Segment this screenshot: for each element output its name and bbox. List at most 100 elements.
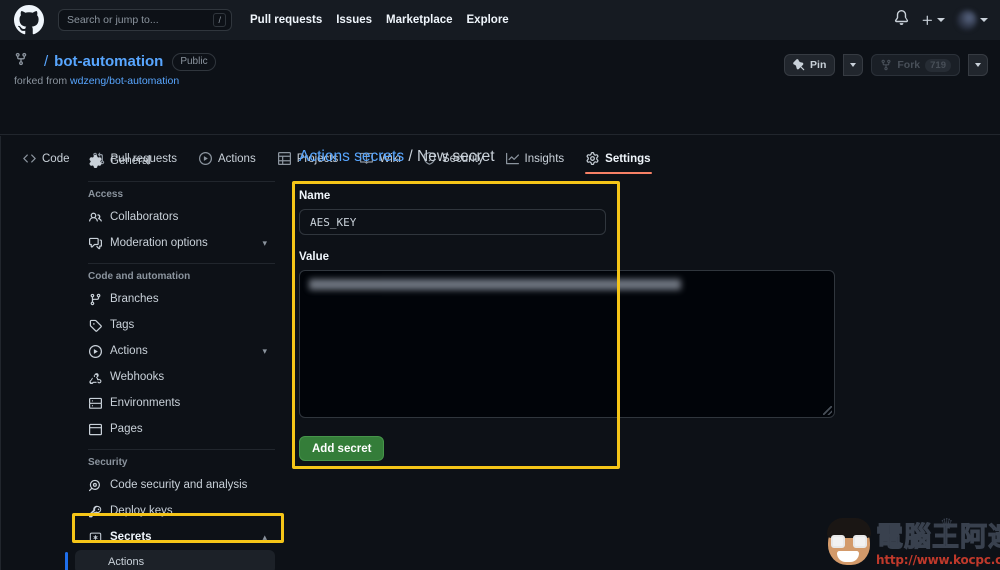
sidebar-item-label: Moderation options xyxy=(110,237,254,249)
sidebar-group-title-security: Security xyxy=(75,457,275,468)
sidebar-item-deploy-keys[interactable]: Deploy keys xyxy=(75,498,275,524)
sidebar-item-label: Deploy keys xyxy=(110,505,267,517)
chevron-down-icon[interactable]: ▾ xyxy=(262,346,267,357)
account-menu[interactable] xyxy=(957,10,988,30)
create-new-button[interactable] xyxy=(921,14,945,27)
bell-icon[interactable] xyxy=(894,10,909,30)
repository-actions: Pin Watch 0 Fork 719 S xyxy=(784,54,988,76)
sidebar-divider xyxy=(88,449,275,450)
search-shortcut-key: / xyxy=(213,13,226,27)
people-icon xyxy=(88,211,102,224)
pin-icon xyxy=(793,59,805,71)
webhook-icon xyxy=(88,371,102,384)
sidebar-item-tags[interactable]: Tags xyxy=(75,312,275,338)
watermark: ♛ 電腦王阿達 http://www.kocpc.com.tw xyxy=(820,512,1000,570)
sidebar-item-label: Code security and analysis xyxy=(110,479,267,491)
search-input[interactable]: Search or jump to... / xyxy=(58,9,232,31)
repo-forked-icon xyxy=(880,59,892,71)
sidebar-item-label: Branches xyxy=(110,293,267,305)
secret-name-input[interactable] xyxy=(299,209,606,235)
watermark-mascot-icon xyxy=(820,513,876,569)
browser-icon xyxy=(88,423,102,436)
settings-content: General Access Collaborators Moderation … xyxy=(0,136,1000,570)
redacted-secret-value xyxy=(309,279,681,290)
sidebar-item-moderation-options[interactable]: Moderation options ▾ xyxy=(75,230,275,256)
fork-count: 719 xyxy=(925,59,951,72)
chevron-down-icon xyxy=(975,63,981,67)
breadcrumb-separator: / xyxy=(408,148,412,165)
sidebar-item-label: Environments xyxy=(110,397,267,409)
sidebar-item-actions[interactable]: Actions ▾ xyxy=(75,338,275,364)
nav-marketplace[interactable]: Marketplace xyxy=(386,14,452,26)
sidebar-divider xyxy=(88,181,275,182)
sidebar-item-collaborators[interactable]: Collaborators xyxy=(75,204,275,230)
repository-header: / bot-automation Public forked from wdze… xyxy=(0,40,1000,135)
header-right-controls xyxy=(894,0,988,40)
chevron-down-icon xyxy=(850,63,856,67)
repo-forked-icon xyxy=(14,52,28,71)
chevron-up-icon[interactable]: ▴ xyxy=(262,532,267,543)
breadcrumb-link-actions-secrets[interactable]: Actions secrets xyxy=(299,148,404,165)
forked-from-prefix: forked from xyxy=(14,75,67,87)
sidebar-subitem-secrets-actions[interactable]: Actions xyxy=(75,550,275,570)
chevron-down-icon[interactable]: ▾ xyxy=(262,238,267,249)
breadcrumb-current: New secret xyxy=(417,148,495,165)
asterisk-key-icon xyxy=(88,531,102,544)
github-mark-icon[interactable] xyxy=(14,5,44,35)
left-divider xyxy=(0,136,1,570)
sidebar-item-label: Tags xyxy=(110,319,267,331)
plus-icon xyxy=(921,14,934,27)
sidebar-item-label: Secrets xyxy=(110,531,254,543)
sidebar-item-webhooks[interactable]: Webhooks xyxy=(75,364,275,390)
add-secret-button[interactable]: Add secret xyxy=(299,436,384,461)
star-dropdown-button[interactable] xyxy=(968,54,988,76)
nav-issues[interactable]: Issues xyxy=(336,14,372,26)
repository-title: / bot-automation Public xyxy=(14,52,216,71)
search-placeholder: Search or jump to... xyxy=(67,14,213,26)
sidebar-item-label: Collaborators xyxy=(110,211,267,223)
sidebar-item-label: Webhooks xyxy=(110,371,267,383)
sidebar-item-label: Pages xyxy=(110,423,267,435)
name-field-label: Name xyxy=(299,190,859,202)
sidebar-subitem-label: Actions xyxy=(108,556,144,568)
value-field-label: Value xyxy=(299,251,859,263)
secret-value-textarea[interactable] xyxy=(299,270,835,418)
key-icon xyxy=(88,505,102,518)
sidebar-item-label: Actions xyxy=(110,345,254,357)
sidebar-item-secrets[interactable]: Secrets ▴ xyxy=(75,524,275,550)
forked-from-link[interactable]: wdzeng/bot-automation xyxy=(70,75,179,87)
forked-from-text: forked from wdzeng/bot-automation xyxy=(14,75,179,87)
avatar xyxy=(957,10,977,30)
watch-dropdown-button[interactable] xyxy=(843,54,863,76)
sidebar-item-branches[interactable]: Branches xyxy=(75,286,275,312)
new-secret-form-panel: Actions secrets / New secret Name Value … xyxy=(299,148,859,461)
textarea-resize-handle[interactable] xyxy=(823,406,832,415)
sidebar-item-code-security-and-analysis[interactable]: Code security and analysis xyxy=(75,472,275,498)
watermark-site-name: 電腦王阿達 xyxy=(876,523,1000,553)
pin-label: Pin xyxy=(810,59,826,71)
tag-icon xyxy=(88,319,102,332)
nav-explore[interactable]: Explore xyxy=(467,14,509,26)
watch-control: Watch 0 xyxy=(843,54,863,76)
global-header: Search or jump to... / Pull requests Iss… xyxy=(0,0,1000,40)
chevron-down-icon xyxy=(980,18,988,22)
chevron-down-icon xyxy=(937,18,945,22)
sidebar-item-pages[interactable]: Pages xyxy=(75,416,275,442)
sidebar-item-general[interactable]: General xyxy=(75,148,275,174)
nav-pull-requests[interactable]: Pull requests xyxy=(250,14,322,26)
fork-button[interactable]: Fork 719 xyxy=(871,54,960,76)
gear-icon xyxy=(88,155,102,168)
pin-button[interactable]: Pin xyxy=(784,54,835,76)
fork-label: Fork xyxy=(897,59,920,71)
git-branch-icon xyxy=(88,293,102,306)
sidebar-item-environments[interactable]: Environments xyxy=(75,390,275,416)
sidebar-divider xyxy=(88,263,275,264)
page-title: Actions secrets / New secret xyxy=(299,148,859,166)
watermark-url: http://www.kocpc.com.tw xyxy=(876,553,1000,567)
sidebar-item-label: General xyxy=(110,155,267,167)
repository-name[interactable]: bot-automation xyxy=(54,53,163,70)
codescan-icon xyxy=(88,479,102,492)
sidebar-group-title-code-and-automation: Code and automation xyxy=(75,271,275,282)
github-repo-settings-page: Search or jump to... / Pull requests Iss… xyxy=(0,0,1000,570)
visibility-badge: Public xyxy=(172,53,215,71)
